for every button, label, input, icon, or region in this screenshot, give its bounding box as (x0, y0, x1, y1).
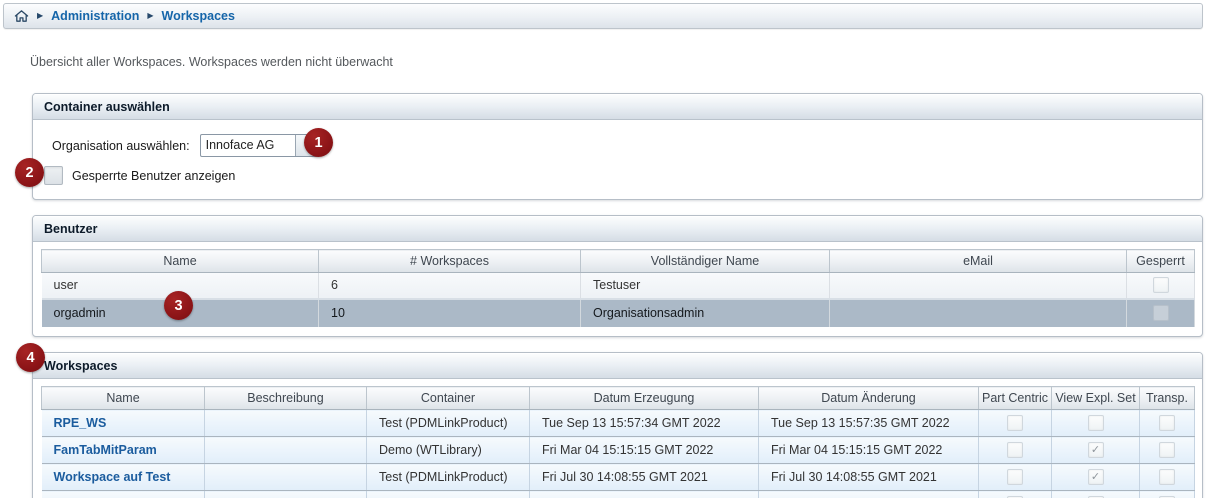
cell-erzeugung: Tue Sep 13 15:57:34 GMT 2022 (530, 410, 759, 437)
cell-aenderung: Fri Jul 30 14:08:55 GMT 2021 (759, 464, 979, 491)
gesperrt-checkbox (1153, 277, 1169, 293)
users-table-header: Name # Workspaces Vollständiger Name eMa… (42, 250, 1195, 273)
breadcrumb: ▶ Administration ▶ Workspaces (3, 3, 1203, 29)
col-datum-erzeugung[interactable]: Datum Erzeugung (530, 387, 759, 410)
cell-full-name: Organisationsadmin (581, 299, 830, 327)
col-transp[interactable]: Transp. (1140, 387, 1195, 410)
cell-container: Test (PDMLinkProduct) (367, 410, 530, 437)
workspace-link[interactable]: FamTabMitParam (42, 437, 205, 464)
transp-checkbox (1159, 469, 1175, 485)
cell-container: Demo (WTLibrary) (367, 437, 530, 464)
cell-aenderung (759, 491, 979, 498)
workspaces-table: Name Beschreibung Container Datum Erzeug… (41, 386, 1195, 498)
cell-beschreibung (205, 464, 367, 491)
organisation-select-row: Organisation auswählen: Innoface AG ▼ (52, 134, 319, 157)
cell-view-expl-set (1052, 491, 1140, 498)
transp-checkbox (1159, 415, 1175, 431)
gesperrt-checkbox (1153, 305, 1169, 321)
callout-3: 3 (164, 291, 193, 320)
cell-container (367, 491, 530, 498)
col-container[interactable]: Container (367, 387, 530, 410)
cell-workspaces: 6 (319, 273, 581, 299)
workspace-row: Workspace auf Test Test (PDMLinkProduct)… (42, 464, 1195, 491)
cell-erzeugung (530, 491, 759, 498)
view-expl-set-checkbox: ✓ (1088, 469, 1104, 485)
cell-workspaces: 10 (319, 299, 581, 327)
cell-beschreibung (205, 437, 367, 464)
page: ▶ Administration ▶ Workspaces Übersicht … (0, 0, 1209, 498)
cell-part-centric (979, 464, 1052, 491)
cell-gesperrt (1127, 273, 1195, 299)
users-table: Name # Workspaces Vollständiger Name eMa… (41, 249, 1195, 327)
organisation-select-label: Organisation auswählen: (52, 139, 190, 153)
part-centric-checkbox (1007, 442, 1023, 458)
users-panel: Benutzer Name # Workspaces Vollständiger… (32, 215, 1203, 337)
cell-transp (1140, 410, 1195, 437)
transp-checkbox (1159, 442, 1175, 458)
cell-container: Test (PDMLinkProduct) (367, 464, 530, 491)
show-locked-users-row: Gesperrte Benutzer anzeigen (44, 166, 235, 185)
cell-erzeugung: Fri Mar 04 15:15:15 GMT 2022 (530, 437, 759, 464)
cell-aenderung: Tue Sep 13 15:57:35 GMT 2022 (759, 410, 979, 437)
breadcrumb-separator-icon: ▶ (37, 12, 43, 20)
page-description: Übersicht aller Workspaces. Workspaces w… (30, 55, 393, 69)
cell-email (830, 299, 1127, 327)
col-part-centric[interactable]: Part Centric (979, 387, 1052, 410)
cell-email (830, 273, 1127, 299)
workspaces-panel: Workspaces Name Beschreibung Container D… (32, 352, 1203, 498)
breadcrumb-separator-icon: ▶ (147, 12, 153, 20)
col-datum-aenderung[interactable]: Datum Änderung (759, 387, 979, 410)
part-centric-checkbox (1007, 469, 1023, 485)
col-num-workspaces[interactable]: # Workspaces (319, 250, 581, 273)
organisation-dropdown[interactable]: Innoface AG ▼ (200, 134, 319, 157)
col-email[interactable]: eMail (830, 250, 1127, 273)
user-row-orgadmin[interactable]: orgadmin 10 Organisationsadmin (42, 299, 1195, 327)
callout-2: 2 (15, 158, 44, 187)
workspaces-panel-title: Workspaces (33, 353, 1202, 379)
cell-transp (1140, 491, 1195, 498)
organisation-dropdown-value: Innoface AG (201, 135, 295, 156)
cell-part-centric (979, 410, 1052, 437)
workspaces-table-header: Name Beschreibung Container Datum Erzeug… (42, 387, 1195, 410)
cell-view-expl-set: ✓ (1052, 464, 1140, 491)
cell-transp (1140, 437, 1195, 464)
callout-1: 1 (304, 128, 333, 157)
col-beschreibung[interactable]: Beschreibung (205, 387, 367, 410)
container-panel-title: Container auswählen (33, 94, 1202, 120)
cell-beschreibung (205, 491, 367, 498)
workspace-row-partial (42, 491, 1195, 498)
col-full-name[interactable]: Vollständiger Name (581, 250, 830, 273)
user-row-user[interactable]: user 6 Testuser (42, 273, 1195, 299)
workspace-row: FamTabMitParam Demo (WTLibrary) Fri Mar … (42, 437, 1195, 464)
workspace-link[interactable]: Workspace auf Test (42, 464, 205, 491)
callout-4: 4 (16, 343, 45, 372)
cell-aenderung: Fri Mar 04 15:15:15 GMT 2022 (759, 437, 979, 464)
cell-beschreibung (205, 410, 367, 437)
cell-erzeugung: Fri Jul 30 14:08:55 GMT 2021 (530, 464, 759, 491)
col-ws-name[interactable]: Name (42, 387, 205, 410)
workspace-link[interactable]: RPE_WS (42, 410, 205, 437)
cell-view-expl-set: ✓ (1052, 437, 1140, 464)
cell-part-centric (979, 491, 1052, 498)
view-expl-set-checkbox: ✓ (1088, 442, 1104, 458)
workspace-row: RPE_WS Test (PDMLinkProduct) Tue Sep 13 … (42, 410, 1195, 437)
show-locked-users-checkbox[interactable] (44, 166, 63, 185)
breadcrumb-administration[interactable]: Administration (51, 9, 139, 23)
col-name[interactable]: Name (42, 250, 319, 273)
cell-name (42, 491, 205, 498)
show-locked-users-label: Gesperrte Benutzer anzeigen (72, 169, 235, 183)
cell-full-name: Testuser (581, 273, 830, 299)
users-panel-title: Benutzer (33, 216, 1202, 242)
col-view-expl-set[interactable]: View Expl. Set (1052, 387, 1140, 410)
cell-gesperrt (1127, 299, 1195, 327)
cell-view-expl-set (1052, 410, 1140, 437)
home-icon[interactable] (14, 9, 29, 23)
cell-transp (1140, 464, 1195, 491)
view-expl-set-checkbox (1088, 415, 1104, 431)
breadcrumb-workspaces[interactable]: Workspaces (162, 9, 235, 23)
col-gesperrt[interactable]: Gesperrt (1127, 250, 1195, 273)
part-centric-checkbox (1007, 415, 1023, 431)
container-select-panel: Container auswählen Organisation auswähl… (32, 93, 1203, 200)
cell-part-centric (979, 437, 1052, 464)
